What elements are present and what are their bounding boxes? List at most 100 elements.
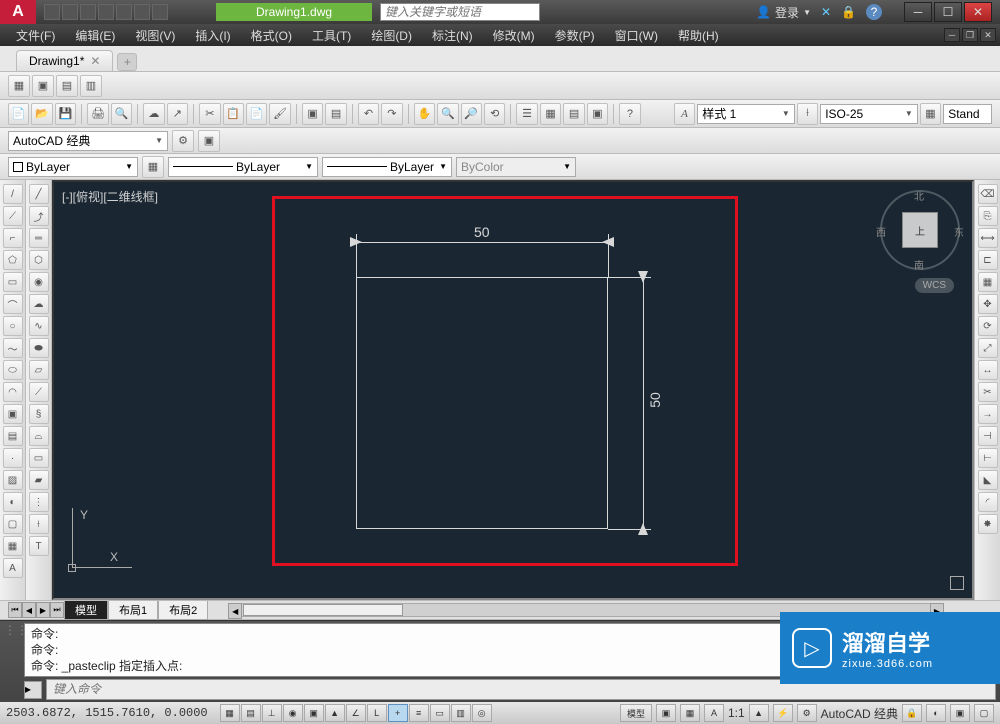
menu-tools[interactable]: 工具(T): [304, 25, 359, 46]
undo-icon[interactable]: ↶: [358, 103, 379, 125]
annoauto-icon[interactable]: ⚡: [773, 704, 793, 722]
exchange-icon[interactable]: ✕: [821, 5, 831, 19]
isolate-icon[interactable]: ▣: [950, 704, 970, 722]
quickview-icon[interactable]: ▦: [680, 704, 700, 722]
tab-nav-prev[interactable]: ◀: [22, 602, 36, 618]
donut-icon[interactable]: ◉: [29, 272, 49, 292]
line-icon[interactable]: /: [3, 184, 23, 204]
menu-edit[interactable]: 编辑(E): [67, 25, 123, 46]
command-grip-icon[interactable]: ⋮⋮: [4, 623, 20, 637]
dyn-toggle[interactable]: +: [388, 704, 408, 722]
standard-dropdown[interactable]: Stand: [943, 104, 992, 124]
redo-icon[interactable]: ↷: [381, 103, 402, 125]
trim-icon[interactable]: ✂: [978, 382, 998, 402]
ray-icon[interactable]: ⤴: [29, 206, 49, 226]
menu-draw[interactable]: 绘图(D): [363, 25, 420, 46]
scrollbar-thumb[interactable]: [243, 604, 403, 616]
circle-icon[interactable]: ○: [3, 316, 23, 336]
divide-icon[interactable]: ⋮: [29, 492, 49, 512]
view-cube[interactable]: 上 北 南 西 东: [880, 190, 960, 270]
mdi-close[interactable]: ✕: [980, 28, 996, 42]
revcloud-icon[interactable]: ☁: [29, 294, 49, 314]
layout-tab-layout2[interactable]: 布局2: [158, 601, 208, 620]
menu-help[interactable]: 帮助(H): [670, 25, 727, 46]
preview-icon[interactable]: 🔍: [111, 103, 132, 125]
help-icon[interactable]: ?: [866, 4, 882, 20]
print-icon[interactable]: [116, 4, 132, 20]
qp-toggle[interactable]: ▥: [451, 704, 471, 722]
explode-icon[interactable]: ✸: [978, 514, 998, 534]
pan-icon[interactable]: ✋: [414, 103, 435, 125]
text-style-dropdown[interactable]: 样式 1 ▼: [697, 104, 795, 124]
workspace-settings-icon[interactable]: ⚙: [172, 130, 194, 152]
ellipse-arc-icon[interactable]: ◠: [3, 382, 23, 402]
menu-parametric[interactable]: 参数(P): [547, 25, 603, 46]
plotcolor-combo[interactable]: ByColor ▼: [456, 157, 576, 177]
maximize-button[interactable]: ☐: [934, 2, 962, 22]
text-style-icon[interactable]: A: [674, 103, 695, 125]
drawing-canvas[interactable]: [-][俯视][二维线框] 50 50 Y X 上 北 南 西: [52, 180, 974, 600]
break-icon[interactable]: ⊣: [978, 426, 998, 446]
lock-ui-icon[interactable]: 🔒: [902, 704, 922, 722]
arc2-icon[interactable]: ⌓: [29, 426, 49, 446]
redo-icon[interactable]: [152, 4, 168, 20]
point-icon[interactable]: ·: [3, 448, 23, 468]
offset-icon[interactable]: ⊏: [978, 250, 998, 270]
cut-icon[interactable]: ✂: [199, 103, 220, 125]
command-prompt-icon[interactable]: ▸: [24, 681, 42, 699]
clean-screen-icon[interactable]: ▢: [974, 704, 994, 722]
mline-icon[interactable]: ═: [29, 228, 49, 248]
construction-line-icon[interactable]: ╱: [29, 184, 49, 204]
tool-icon[interactable]: ▦: [8, 75, 30, 97]
tool-icon[interactable]: ▥: [80, 75, 102, 97]
hardware-icon[interactable]: ◐: [926, 704, 946, 722]
tpy-toggle[interactable]: ▭: [430, 704, 450, 722]
annovis-icon[interactable]: ▲: [749, 704, 769, 722]
ellipse2-icon[interactable]: ⬬: [29, 338, 49, 358]
extend-icon[interactable]: →: [978, 404, 998, 424]
mdi-minimize[interactable]: ─: [944, 28, 960, 42]
region-icon[interactable]: ▢: [3, 514, 23, 534]
help-icon[interactable]: ?: [619, 103, 640, 125]
menu-insert[interactable]: 插入(I): [187, 25, 238, 46]
minimize-button[interactable]: ─: [904, 2, 932, 22]
rotate-icon[interactable]: ⟳: [978, 316, 998, 336]
block-icon[interactable]: ▣: [302, 103, 323, 125]
paste-icon[interactable]: 📄: [246, 103, 267, 125]
ducs-toggle[interactable]: L: [367, 704, 387, 722]
menu-dimension[interactable]: 标注(N): [424, 25, 481, 46]
table-style-icon[interactable]: ▦: [920, 103, 941, 125]
tab-nav-next[interactable]: ▶: [36, 602, 50, 618]
linetype-combo[interactable]: ByLayer ▼: [168, 157, 318, 177]
rect-icon[interactable]: ▭: [3, 272, 23, 292]
dim-style-icon[interactable]: ⟊: [797, 103, 818, 125]
tool-icon[interactable]: ▣: [32, 75, 54, 97]
lock-icon[interactable]: 🔒: [841, 5, 856, 19]
tab-nav-first[interactable]: ⏮: [8, 602, 22, 618]
calc-icon[interactable]: ▣: [587, 103, 608, 125]
search-input[interactable]: [380, 3, 540, 21]
workspace-gear-icon[interactable]: ⚙: [797, 704, 817, 722]
layout-icon[interactable]: ▣: [656, 704, 676, 722]
workspace-save-icon[interactable]: ▣: [198, 130, 220, 152]
arc-icon[interactable]: ⌒: [3, 294, 23, 314]
wipeout-icon[interactable]: ▱: [29, 360, 49, 380]
block-icon[interactable]: ▤: [3, 426, 23, 446]
zoom-icon[interactable]: 🔍: [437, 103, 458, 125]
polar-toggle[interactable]: ◉: [283, 704, 303, 722]
viewport-label[interactable]: [-][俯视][二维线框]: [62, 188, 158, 205]
mdi-restore[interactable]: ❐: [962, 28, 978, 42]
tools-icon[interactable]: ▤: [563, 103, 584, 125]
fillet-icon[interactable]: ◜: [978, 492, 998, 512]
polygon-icon[interactable]: ⬠: [3, 250, 23, 270]
layer-tool-icon[interactable]: ▦: [142, 156, 164, 178]
annotation-scale[interactable]: 1:1: [728, 706, 745, 720]
spline2-icon[interactable]: ∿: [29, 316, 49, 336]
pline-icon[interactable]: ⌐: [3, 228, 23, 248]
saveas-icon[interactable]: [98, 4, 114, 20]
menu-format[interactable]: 格式(O): [243, 25, 300, 46]
tool-icon[interactable]: ▤: [56, 75, 78, 97]
stretch-icon[interactable]: ↔: [978, 360, 998, 380]
filetab-close-icon[interactable]: ✕: [90, 54, 100, 68]
mtext-icon[interactable]: A: [3, 558, 23, 578]
